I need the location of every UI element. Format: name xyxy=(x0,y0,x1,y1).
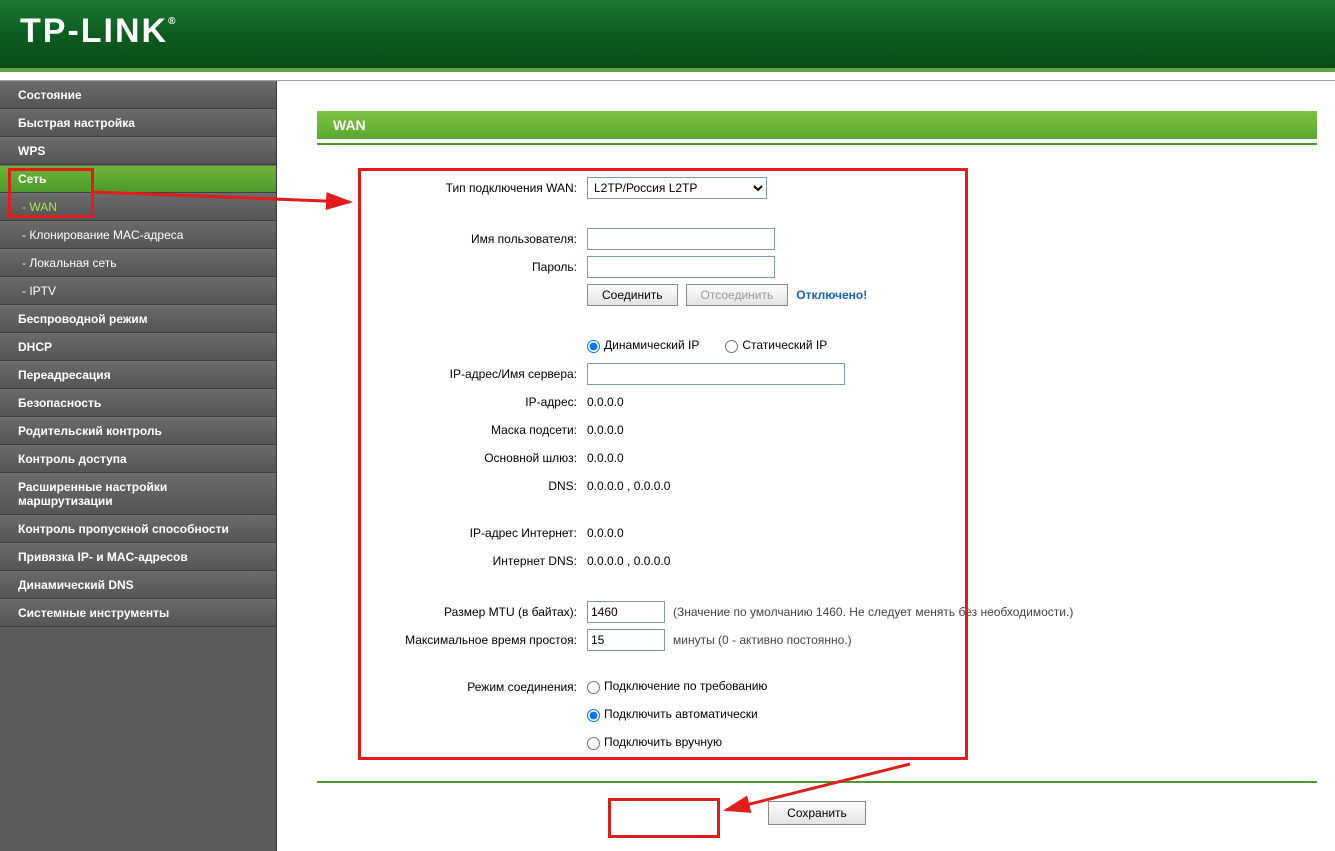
ip-value: 0.0.0.0 xyxy=(587,395,624,409)
title-underline xyxy=(317,143,1317,145)
header-bar: TP-LINK® xyxy=(0,0,1335,72)
mode-manual-label[interactable]: Подключить вручную xyxy=(587,735,722,749)
sidebar-item-5[interactable]: - Клонирование MAC-адреса xyxy=(0,221,276,249)
sidebar-item-0[interactable]: Состояние xyxy=(0,81,276,109)
sidebar-item-18[interactable]: Системные инструменты xyxy=(0,599,276,627)
brand-text: TP-LINK xyxy=(20,12,168,50)
wan-form: Тип подключения WAN: L2TP/Россия L2TP Им… xyxy=(317,163,1317,775)
mode-label: Режим соединения: xyxy=(317,680,587,694)
mode-demand-text: Подключение по требованию xyxy=(604,679,767,693)
username-input[interactable] xyxy=(587,228,775,250)
top-divider xyxy=(0,72,1335,81)
gateway-value: 0.0.0.0 xyxy=(587,451,624,465)
sidebar-item-9[interactable]: DHCP xyxy=(0,333,276,361)
connection-status: Отключено! xyxy=(796,288,867,302)
dns-label: DNS: xyxy=(317,479,587,493)
page-title: WAN xyxy=(317,111,1317,139)
inet-ip-value: 0.0.0.0 xyxy=(587,526,624,540)
dns-value: 0.0.0.0 , 0.0.0.0 xyxy=(587,479,670,493)
mask-value: 0.0.0.0 xyxy=(587,423,624,437)
sidebar-item-7[interactable]: - IPTV xyxy=(0,277,276,305)
mode-auto-label[interactable]: Подключить автоматически xyxy=(587,707,758,721)
dynamic-ip-text: Динамический IP xyxy=(604,338,699,352)
server-input[interactable] xyxy=(587,363,845,385)
server-label: IP-адрес/Имя сервера: xyxy=(317,367,587,381)
mode-manual-radio[interactable] xyxy=(587,737,600,750)
static-ip-text: Статический IP xyxy=(742,338,827,352)
dynamic-ip-radio[interactable] xyxy=(587,340,600,353)
registered-icon: ® xyxy=(168,16,177,27)
mode-demand-label[interactable]: Подключение по требованию xyxy=(587,679,767,693)
bottom-underline xyxy=(317,781,1317,783)
sidebar-item-6[interactable]: - Локальная сеть xyxy=(0,249,276,277)
password-label: Пароль: xyxy=(317,260,587,274)
inet-dns-label: Интернет DNS: xyxy=(317,554,587,568)
inet-dns-value: 0.0.0.0 , 0.0.0.0 xyxy=(587,554,670,568)
static-ip-radio[interactable] xyxy=(725,340,738,353)
sidebar-item-2[interactable]: WPS xyxy=(0,137,276,165)
mode-manual-text: Подключить вручную xyxy=(604,735,722,749)
wan-type-label: Тип подключения WAN: xyxy=(317,181,587,195)
idle-label: Максимальное время простоя: xyxy=(317,633,587,647)
username-label: Имя пользователя: xyxy=(317,232,587,246)
sidebar-item-1[interactable]: Быстрая настройка xyxy=(0,109,276,137)
sidebar-item-15[interactable]: Контроль пропускной способности xyxy=(0,515,276,543)
mode-auto-radio[interactable] xyxy=(587,709,600,722)
brand-logo: TP-LINK® xyxy=(20,12,177,51)
mtu-note: (Значение по умолчанию 1460. Не следует … xyxy=(673,605,1073,619)
sidebar-item-4[interactable]: - WAN xyxy=(0,193,276,221)
sidebar: СостояниеБыстрая настройкаWPSСеть- WAN- … xyxy=(0,81,277,851)
sidebar-item-10[interactable]: Переадресация xyxy=(0,361,276,389)
disconnect-button[interactable]: Отсоединить xyxy=(686,284,789,306)
static-ip-radio-label[interactable]: Статический IP xyxy=(725,338,827,352)
sidebar-item-11[interactable]: Безопасность xyxy=(0,389,276,417)
ip-label: IP-адрес: xyxy=(317,395,587,409)
mode-auto-text: Подключить автоматически xyxy=(604,707,758,721)
mtu-input[interactable] xyxy=(587,601,665,623)
sidebar-item-12[interactable]: Родительский контроль xyxy=(0,417,276,445)
mode-demand-radio[interactable] xyxy=(587,681,600,694)
save-button[interactable]: Сохранить xyxy=(768,801,866,825)
inet-ip-label: IP-адрес Интернет: xyxy=(317,526,587,540)
sidebar-item-17[interactable]: Динамический DNS xyxy=(0,571,276,599)
sidebar-item-3[interactable]: Сеть xyxy=(0,165,276,193)
sidebar-item-14[interactable]: Расширенные настройки маршрутизации xyxy=(0,473,276,515)
password-input[interactable] xyxy=(587,256,775,278)
dynamic-ip-radio-label[interactable]: Динамический IP xyxy=(587,338,699,352)
mask-label: Маска подсети: xyxy=(317,423,587,437)
idle-note: минуты (0 - активно постоянно.) xyxy=(673,633,852,647)
connect-button[interactable]: Соединить xyxy=(587,284,678,306)
gateway-label: Основной шлюз: xyxy=(317,451,587,465)
sidebar-item-8[interactable]: Беспроводной режим xyxy=(0,305,276,333)
mtu-label: Размер MTU (в байтах): xyxy=(317,605,587,619)
content-area: WAN Тип подключения WAN: L2TP/Россия L2T… xyxy=(277,81,1335,851)
sidebar-item-13[interactable]: Контроль доступа xyxy=(0,445,276,473)
wan-type-select[interactable]: L2TP/Россия L2TP xyxy=(587,177,767,199)
idle-input[interactable] xyxy=(587,629,665,651)
sidebar-item-16[interactable]: Привязка IP- и MAC-адресов xyxy=(0,543,276,571)
